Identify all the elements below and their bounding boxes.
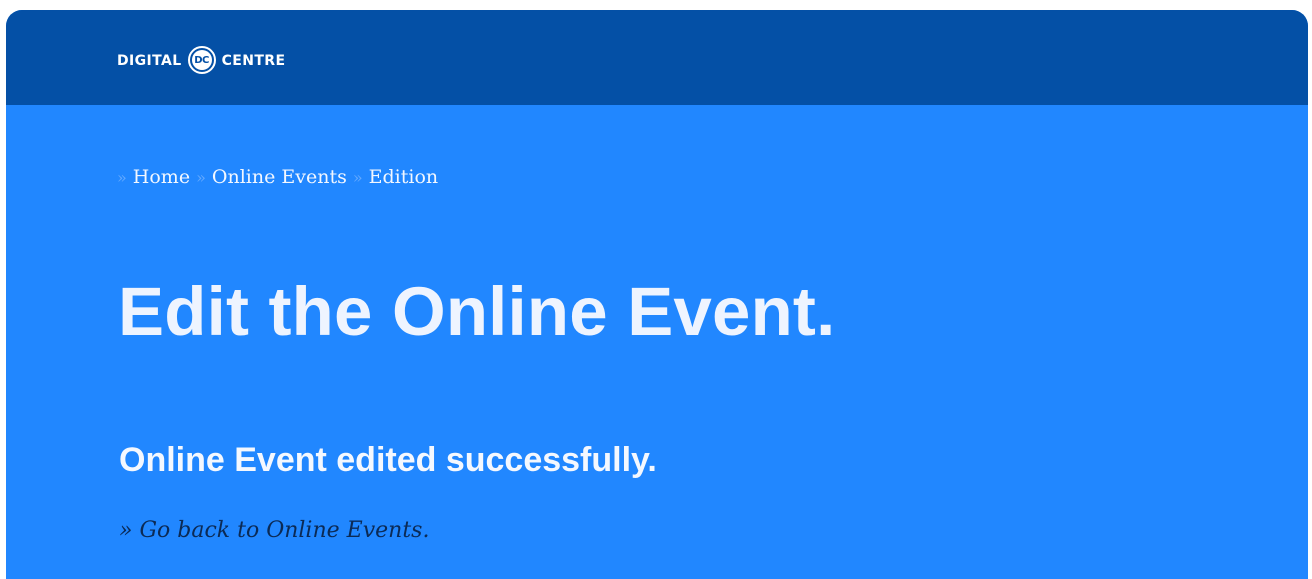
success-message: Online Event edited successfully. <box>119 441 657 479</box>
breadcrumb: » Home » Online Events » Edition <box>117 166 438 188</box>
app-window: DIGITAL DC CENTRE » Home » Online Events… <box>6 10 1308 579</box>
breadcrumb-home-link[interactable]: Home <box>133 166 190 188</box>
breadcrumb-online-events-link[interactable]: Online Events <box>212 166 347 188</box>
dc-circle-logo-icon: DC <box>187 46 216 74</box>
logo-right-text: CENTRE <box>221 53 286 69</box>
breadcrumb-current-page: Edition <box>368 166 439 188</box>
page-title: Edit the Online Event. <box>118 273 836 350</box>
site-logo[interactable]: DIGITAL DC CENTRE <box>117 46 286 74</box>
top-bar: DIGITAL DC CENTRE <box>6 10 1308 105</box>
logo-mark-text: DC <box>191 50 212 70</box>
back-to-online-events-link[interactable]: » Go back to Online Events. <box>119 518 429 543</box>
breadcrumb-separator: » <box>352 168 363 187</box>
breadcrumb-separator: » <box>117 168 127 187</box>
logo-left-text: DIGITAL <box>117 53 182 69</box>
breadcrumb-separator: » <box>196 168 206 187</box>
